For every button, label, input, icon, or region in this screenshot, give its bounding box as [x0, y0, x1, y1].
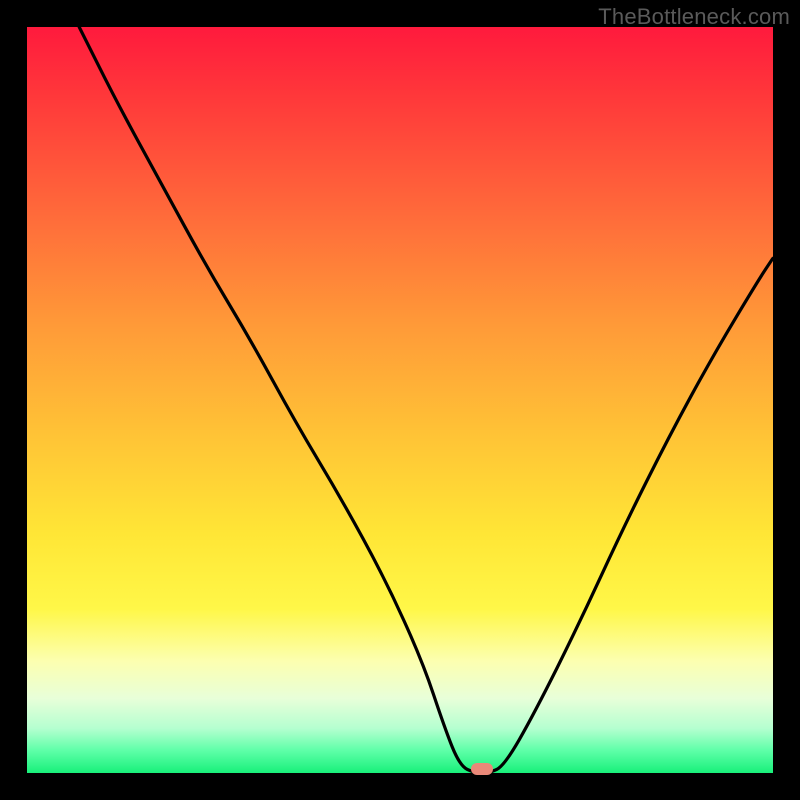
chart-frame: TheBottleneck.com [0, 0, 800, 800]
bottleneck-curve [27, 27, 773, 773]
optimum-marker [471, 763, 493, 775]
watermark-label: TheBottleneck.com [598, 4, 790, 30]
plot-area [27, 27, 773, 773]
